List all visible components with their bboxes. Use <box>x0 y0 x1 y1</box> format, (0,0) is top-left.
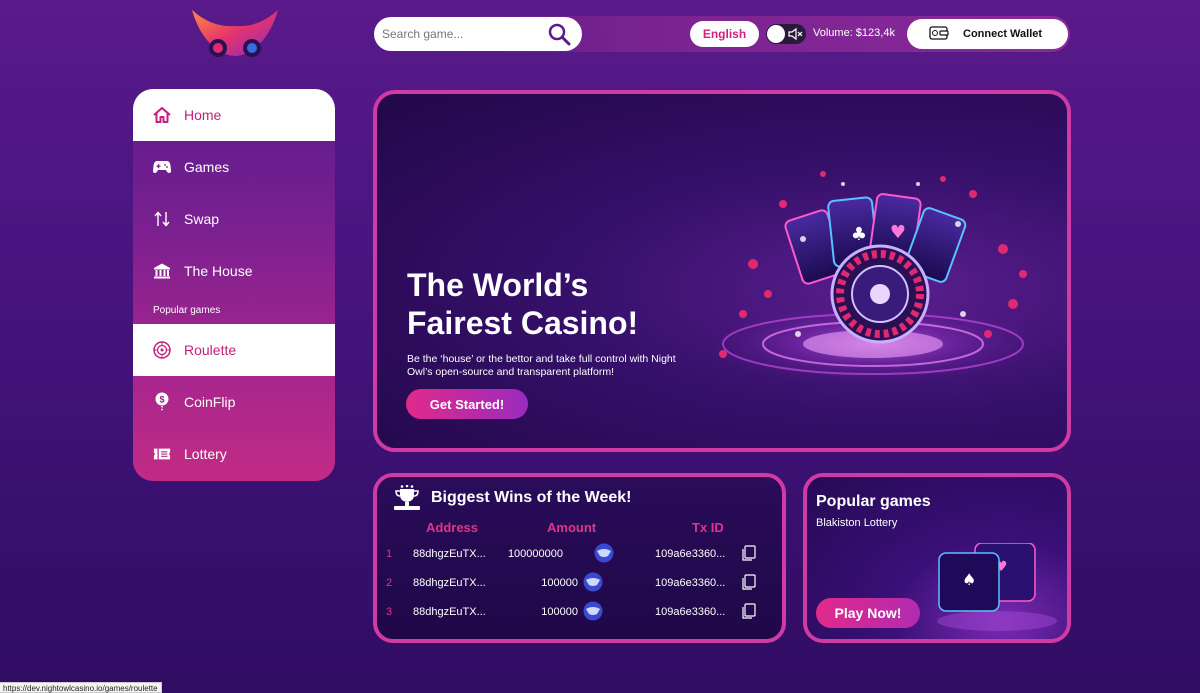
search-input[interactable] <box>382 27 546 41</box>
hero-description: Be the ‘house’ or the bettor and take fu… <box>407 353 676 378</box>
row-tx-id[interactable]: 109a6e3360... <box>655 548 725 560</box>
coinflip-icon: $ <box>153 392 171 411</box>
table-row: 3 88dhgzEuTX... 100000 109a6e3360... <box>377 601 782 623</box>
bank-icon <box>153 262 171 280</box>
connect-wallet-button[interactable]: Connect Wallet <box>907 19 1068 49</box>
sidebar-item-label: Games <box>184 159 230 175</box>
language-button[interactable]: English <box>690 21 759 47</box>
copy-icon[interactable] <box>741 545 756 561</box>
row-amount: 100000 <box>541 577 578 589</box>
sidebar-item-label: The House <box>184 263 253 279</box>
biggest-wins-title: Biggest Wins of the Week! <box>431 489 632 506</box>
sidebar: Home Games Swap The House Popular games … <box>133 89 335 481</box>
search-icon[interactable] <box>546 21 572 47</box>
sidebar-item-label: Swap <box>184 211 220 227</box>
status-bar-url: https://dev.nightowlcasino.io/games/roul… <box>0 682 162 693</box>
play-now-button[interactable]: Play Now! <box>816 598 920 628</box>
svg-text:$: $ <box>159 395 164 405</box>
sidebar-item-lottery[interactable]: Lottery <box>133 428 335 480</box>
column-header-address: Address <box>426 520 479 535</box>
column-header-amount: Amount <box>547 520 597 535</box>
connect-wallet-label: Connect Wallet <box>963 28 1043 40</box>
owl-token-icon <box>594 543 614 563</box>
table-row: 2 88dhgzEuTX... 100000 109a6e3360... <box>377 572 782 594</box>
column-header-tx-id: Tx ID <box>692 520 724 535</box>
svg-text:♥: ♥ <box>890 222 906 243</box>
get-started-button[interactable]: Get Started! <box>406 389 528 419</box>
night-owl-logo[interactable] <box>190 8 280 66</box>
row-amount: 100000 <box>541 606 578 618</box>
sidebar-item-roulette[interactable]: Roulette <box>133 324 335 376</box>
owl-token-icon <box>583 572 603 592</box>
row-number: 1 <box>386 548 393 560</box>
popular-games-title: Popular games <box>816 493 931 510</box>
row-address[interactable]: 88dhgzEuTX... <box>413 606 486 618</box>
ticket-icon <box>153 445 171 463</box>
hero-title-line-2: Fairest Casino! <box>407 305 639 341</box>
sound-toggle[interactable] <box>766 24 806 44</box>
row-address[interactable]: 88dhgzEuTX... <box>413 577 486 589</box>
hero-banner: The World’s Fairest Casino! Be the ‘hous… <box>373 90 1071 452</box>
row-tx-id[interactable]: 109a6e3360... <box>655 606 725 618</box>
mute-icon <box>787 26 803 42</box>
roulette-icon <box>153 341 171 359</box>
copy-icon[interactable] <box>741 574 756 590</box>
sidebar-item-swap[interactable]: Swap <box>133 193 335 245</box>
sidebar-item-home[interactable]: Home <box>133 89 335 141</box>
volume-readout: Volume: $123,4k <box>813 27 895 39</box>
sidebar-item-label: CoinFlip <box>184 394 236 410</box>
sidebar-item-the-house[interactable]: The House <box>133 245 335 297</box>
popular-game-name: Blakiston Lottery <box>816 517 898 529</box>
search-box[interactable] <box>374 17 582 51</box>
svg-text:♣: ♣ <box>851 224 867 245</box>
sidebar-item-games[interactable]: Games <box>133 141 335 193</box>
sidebar-item-label: Roulette <box>184 342 237 358</box>
row-number: 3 <box>386 606 393 618</box>
biggest-wins-panel: Biggest Wins of the Week! Address Amount… <box>373 473 786 643</box>
svg-text:♠: ♠ <box>962 570 976 589</box>
wallet-icon <box>929 25 949 44</box>
casino-roulette-illustration: ♣ ♥ <box>703 154 1043 414</box>
table-row: 1 88dhgzEuTX... 100000000 109a6e3360... <box>377 543 782 565</box>
row-tx-id[interactable]: 109a6e3360... <box>655 577 725 589</box>
toggle-knob <box>767 25 785 43</box>
sidebar-item-label: Home <box>184 107 222 123</box>
swap-icon <box>153 210 171 228</box>
trophy-icon <box>393 484 421 511</box>
sidebar-item-coinflip[interactable]: $ CoinFlip <box>133 376 335 428</box>
row-number: 2 <box>386 577 393 589</box>
owl-token-icon <box>583 601 603 621</box>
home-icon <box>153 106 171 124</box>
row-address[interactable]: 88dhgzEuTX... <box>413 548 486 560</box>
row-amount: 100000000 <box>507 548 563 560</box>
playing-cards-illustration: ♥ ♠ <box>937 542 1057 633</box>
copy-icon[interactable] <box>741 603 756 619</box>
gamepad-icon <box>153 158 171 176</box>
hero-title-line-1: The World’s <box>407 267 589 303</box>
hero-title: The World’s Fairest Casino! <box>407 266 707 342</box>
sidebar-item-label: Lottery <box>184 446 227 462</box>
popular-games-card: Popular games Blakiston Lottery ♥ ♠ Play… <box>803 473 1071 643</box>
popular-games-heading: Popular games <box>153 305 221 316</box>
